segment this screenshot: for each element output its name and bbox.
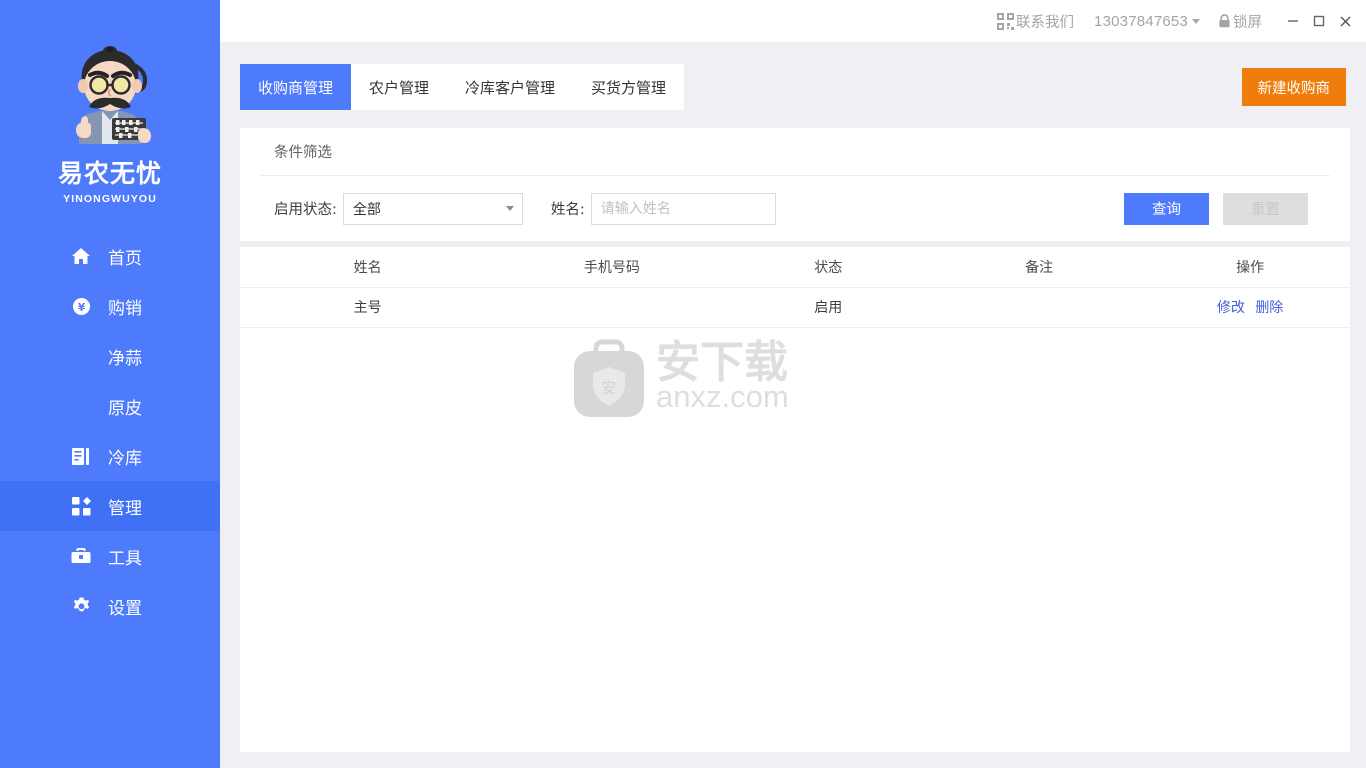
sidebar-item-peeled-garlic[interactable]: 净蒜: [0, 331, 220, 381]
minimize-button[interactable]: [1280, 8, 1306, 34]
svg-text:安: 安: [601, 379, 616, 397]
sidebar-item-management[interactable]: 管理: [0, 481, 220, 531]
grid-icon: [68, 493, 94, 519]
cell-status: 启用: [728, 287, 929, 328]
table-head: 姓名 手机号码 状态 备注 操作: [240, 247, 1350, 288]
qrcode-icon: [997, 12, 1015, 30]
close-button[interactable]: [1332, 8, 1358, 34]
book-icon: [68, 443, 94, 469]
column-header-name: 姓名: [240, 247, 496, 288]
watermark: 安 安下载 anxz.com: [572, 335, 789, 419]
table-body: 主号 启用 修改 删除: [240, 287, 1350, 328]
table-header-row: 姓名 手机号码 状态 备注 操作: [240, 247, 1350, 288]
yuan-coin-icon: ¥: [68, 293, 94, 319]
watermark-text-cn: 安下载: [656, 336, 788, 388]
chevron-down-icon: [505, 206, 514, 211]
maximize-button[interactable]: [1306, 8, 1332, 34]
tab-farmer-management[interactable]: 农户管理: [351, 64, 447, 110]
name-field-label: 姓名:: [550, 202, 585, 218]
watermark-text: 安下载 anxz.com: [656, 336, 789, 415]
main-pane: 联系我们 13037847653 锁屏 收购商管理 农户管理 冷库客户管理 买货…: [220, 0, 1366, 768]
sidebar-item-label: 冷库: [108, 448, 142, 469]
tab-label: 冷库客户管理: [465, 78, 556, 97]
tab-cold-storage-customer-management[interactable]: 冷库客户管理: [447, 64, 573, 110]
sidebar-item-label: 管理: [108, 498, 142, 519]
filter-actions: 查询 重置: [1124, 192, 1330, 225]
status-select[interactable]: 全部: [342, 192, 523, 225]
tab-purchaser-management[interactable]: 收购商管理: [240, 64, 352, 110]
window-controls: [1280, 8, 1358, 34]
status-field: 启用状态: 全部: [274, 192, 523, 225]
sidebar-item-label: 首页: [108, 248, 142, 269]
sidebar-item-label: 购销: [108, 298, 142, 319]
filter-panel-title: 条件筛选: [274, 145, 332, 161]
tab-label: 收购商管理: [258, 78, 334, 97]
edit-link[interactable]: 修改: [1217, 300, 1245, 316]
data-table-panel: 姓名 手机号码 状态 备注 操作 主号 启用 修改 删除 安 安下载 anxz.…: [240, 247, 1350, 752]
mascot-abacus-man-icon: [76, 46, 151, 144]
status-select-value: 全部: [352, 201, 381, 218]
sidebar-item-label: 净蒜: [108, 348, 142, 369]
table-row[interactable]: 主号 启用 修改 删除: [240, 287, 1350, 328]
purchaser-table: 姓名 手机号码 状态 备注 操作 主号 启用 修改 删除: [240, 247, 1350, 328]
watermark-text-en: anxz.com: [656, 379, 789, 415]
tab-label: 买货方管理: [591, 78, 667, 97]
cell-actions: 修改 删除: [1150, 287, 1350, 328]
name-input[interactable]: [590, 192, 776, 225]
cell-name: 主号: [240, 287, 496, 328]
status-field-label: 启用状态:: [274, 202, 337, 218]
sidebar: 易农无忧 YINONGWUYOU 首页 ¥ 购销 净蒜 原皮 冷库 管理 工具 …: [0, 0, 220, 768]
shield-bag-icon: 安: [574, 339, 644, 417]
brand-name-cn: 易农无忧: [57, 159, 162, 188]
sidebar-item-home[interactable]: 首页: [0, 231, 220, 281]
reset-button[interactable]: 重置: [1223, 192, 1308, 225]
sidebar-item-cold-storage[interactable]: 冷库: [0, 431, 220, 481]
app-window: 易农无忧 YINONGWUYOU 首页 ¥ 购销 净蒜 原皮 冷库 管理 工具 …: [0, 0, 1366, 768]
sidebar-item-label: 设置: [108, 598, 142, 619]
toolbox-icon: [68, 543, 94, 569]
tabs-row: 收购商管理 农户管理 冷库客户管理 买货方管理 新建收购商: [240, 64, 1350, 110]
sidebar-item-label: 工具: [108, 548, 142, 569]
query-button[interactable]: 查询: [1124, 192, 1209, 225]
cell-remark: [928, 287, 1151, 328]
home-icon: [68, 243, 94, 269]
tab-buyer-management[interactable]: 买货方管理: [573, 64, 684, 110]
sidebar-item-label: 原皮: [108, 398, 142, 419]
tab-label: 农户管理: [369, 78, 430, 97]
brand-name-en: YINONGWUYOU: [63, 193, 157, 205]
window-titlebar: 联系我们 13037847653 锁屏: [220, 0, 1366, 42]
column-header-actions: 操作: [1150, 247, 1350, 288]
content-area: 收购商管理 农户管理 冷库客户管理 买货方管理 新建收购商 条件筛选 启用状态:…: [220, 42, 1366, 768]
brand-logo: 易农无忧 YINONGWUYOU: [0, 0, 220, 205]
sidebar-item-raw-peel[interactable]: 原皮: [0, 381, 220, 431]
svg-text:¥: ¥: [77, 301, 85, 313]
sidebar-item-purchase-sales[interactable]: ¥ 购销: [0, 281, 220, 331]
name-field: 姓名:: [550, 192, 776, 225]
lock-icon: [1219, 14, 1230, 28]
filter-fields: 启用状态: 全部 姓名: 查询 重置: [260, 176, 1330, 241]
filter-panel: 条件筛选 启用状态: 全部 姓名: 查询: [240, 128, 1350, 241]
account-phone[interactable]: 13037847653: [1094, 13, 1188, 30]
chevron-down-icon[interactable]: [1192, 18, 1200, 24]
contact-us-label: 联系我们: [1016, 14, 1075, 31]
sidebar-item-tools[interactable]: 工具: [0, 531, 220, 581]
sidebar-nav: 首页 ¥ 购销 净蒜 原皮 冷库 管理 工具 设置: [0, 231, 220, 631]
gear-icon: [68, 593, 94, 619]
lock-screen-button[interactable]: 锁屏: [1218, 11, 1262, 32]
column-header-phone: 手机号码: [495, 247, 729, 288]
delete-link[interactable]: 删除: [1255, 300, 1283, 316]
sidebar-item-settings[interactable]: 设置: [0, 581, 220, 631]
column-header-status: 状态: [728, 247, 929, 288]
new-purchaser-button[interactable]: 新建收购商: [1241, 68, 1346, 106]
tab-bar: 收购商管理 农户管理 冷库客户管理 买货方管理: [240, 64, 685, 110]
cell-phone: [495, 287, 729, 328]
contact-us-button[interactable]: 联系我们: [997, 11, 1074, 32]
lock-screen-label: 锁屏: [1233, 14, 1262, 31]
column-header-remark: 备注: [928, 247, 1151, 288]
